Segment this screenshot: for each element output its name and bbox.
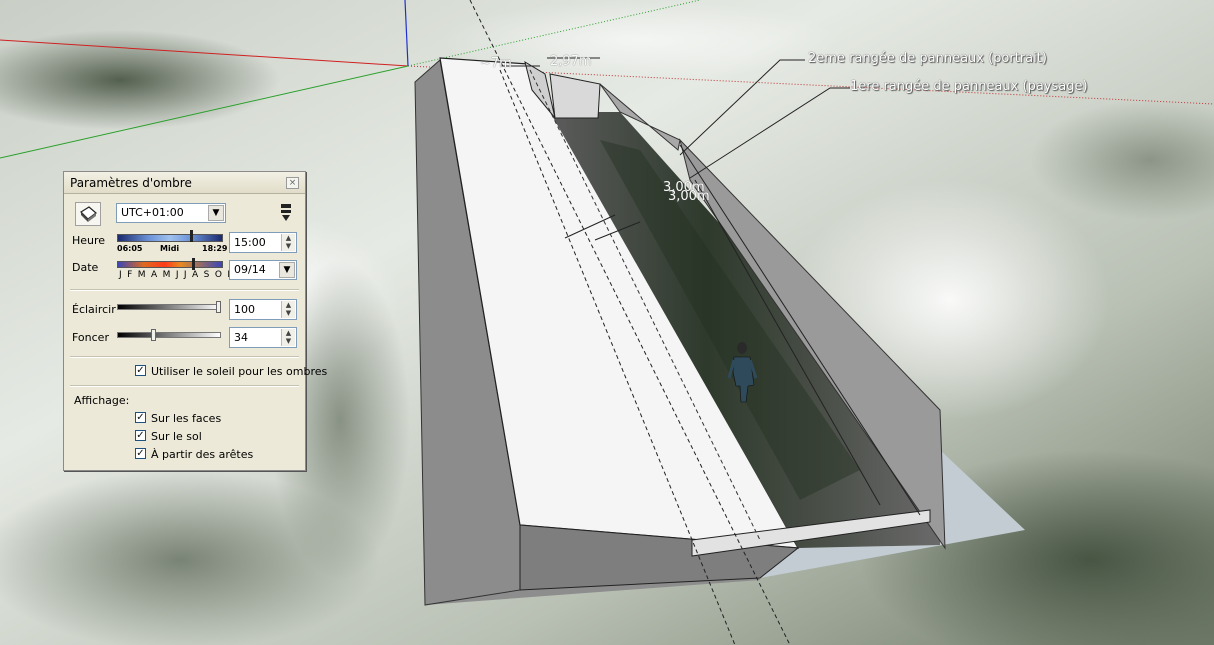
dark-spinner[interactable]: ▲ ▼ [281, 329, 295, 346]
chevron-down-icon: ▼ [208, 205, 224, 221]
chevron-down-icon: ▼ [279, 262, 295, 278]
time-label: Heure [72, 234, 106, 247]
expand-panel-button[interactable] [280, 203, 292, 223]
display-label: Affichage: [74, 394, 130, 407]
from-edges-label: À partir des arêtes [151, 448, 254, 461]
dark-slider[interactable] [117, 332, 221, 338]
noon-label: Midi [160, 244, 180, 253]
dark-label: Foncer [72, 331, 109, 344]
timezone-value: UTC+01:00 [121, 206, 184, 219]
divider [70, 356, 299, 358]
time-value: 15:00 [234, 236, 266, 249]
divider [70, 385, 299, 387]
divider [70, 289, 299, 291]
close-button[interactable]: × [286, 177, 299, 189]
date-slider[interactable] [117, 261, 223, 268]
time-input[interactable]: 15:00 ▲ ▼ [229, 232, 297, 253]
expand-icon [281, 204, 291, 221]
light-label: Éclaircir [72, 303, 116, 316]
time-slider-thumb[interactable] [190, 230, 193, 242]
dimension-label: 2,97m [550, 54, 592, 69]
from-edges-checkbox[interactable]: ✓ [135, 448, 146, 459]
on-ground-label: Sur le sol [151, 430, 202, 443]
on-faces-label: Sur les faces [151, 412, 222, 425]
light-input[interactable]: 100 ▲ ▼ [229, 299, 297, 320]
date-value: 09/14 [234, 263, 266, 276]
on-faces-checkbox[interactable]: ✓ [135, 412, 146, 423]
use-sun-label: Utiliser le soleil pour les ombres [151, 365, 328, 378]
use-sun-checkbox[interactable]: ✓ [135, 365, 146, 376]
dark-slider-thumb[interactable] [150, 329, 156, 341]
time-spinner[interactable]: ▲ ▼ [281, 234, 295, 251]
panel-title: Paramètres d'ombre [70, 176, 192, 190]
date-label: Date [72, 261, 99, 274]
dark-input[interactable]: 34 ▲ ▼ [229, 327, 297, 348]
shadow-toggle-icon [80, 206, 97, 222]
dimension-label: 3,00m [668, 189, 710, 204]
light-spinner[interactable]: ▲ ▼ [281, 301, 295, 318]
annotation-row2: 2eme rangée de panneaux (portrait) [808, 51, 1047, 66]
time-slider[interactable] [117, 234, 223, 242]
light-value: 100 [234, 303, 255, 316]
toggle-shadows-button[interactable] [75, 202, 101, 226]
dimension-label: ~7m [480, 56, 512, 71]
annotation-row1: 1ere rangée de panneaux (paysage) [850, 79, 1088, 94]
date-slider-thumb[interactable] [192, 258, 195, 270]
timezone-select[interactable]: UTC+01:00 ▼ [116, 203, 226, 223]
sunrise-time: 06:05 [117, 244, 143, 253]
panel-titlebar[interactable]: Paramètres d'ombre × [64, 172, 305, 194]
dark-value: 34 [234, 331, 248, 344]
light-slider[interactable] [117, 304, 221, 310]
shadow-settings-panel: Paramètres d'ombre × UTC+01:00 ▼ Heure 0… [63, 171, 327, 471]
on-ground-checkbox[interactable]: ✓ [135, 430, 146, 441]
light-slider-thumb[interactable] [216, 301, 221, 313]
sunset-time: 18:29 [202, 244, 228, 253]
date-select[interactable]: 09/14 ▼ [229, 260, 297, 280]
